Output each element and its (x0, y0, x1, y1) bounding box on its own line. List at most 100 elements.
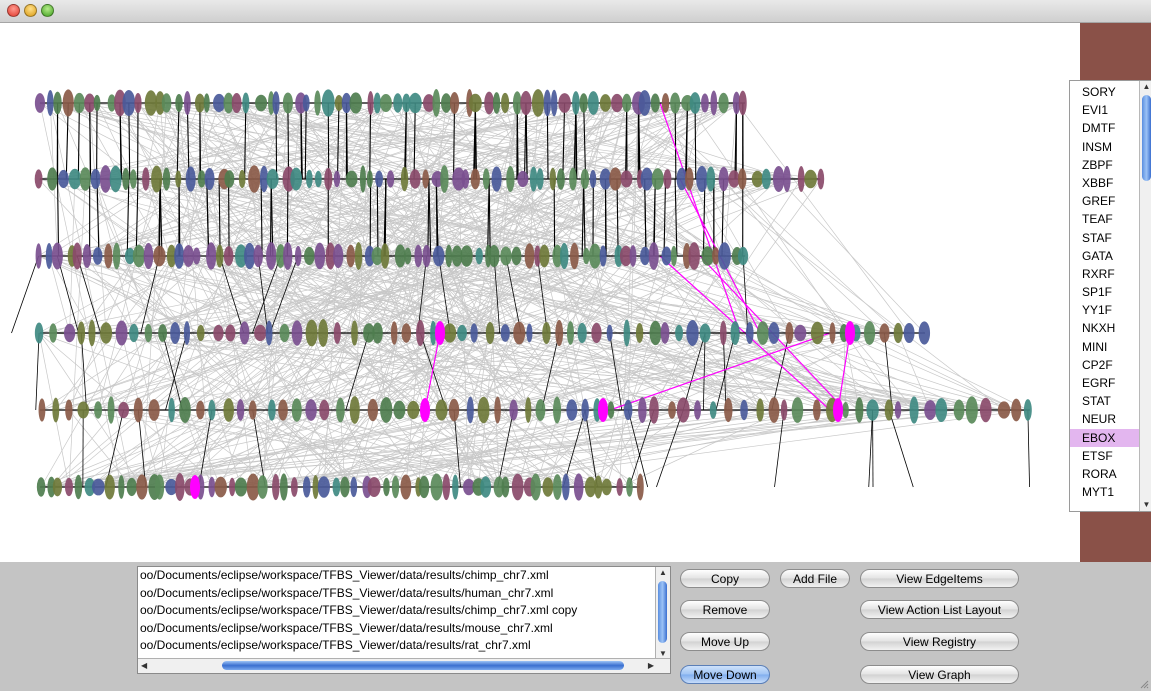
binding-site-node (294, 245, 302, 267)
binding-site-node (539, 244, 550, 268)
binding-site-node (650, 93, 660, 113)
binding-site-node (689, 92, 701, 114)
file-list-item[interactable]: oo/Documents/eclipse/workspace/TFBS_View… (138, 567, 670, 585)
edge (304, 102, 307, 180)
tf-list-scrollbar[interactable]: ▲ ▼ (1139, 81, 1151, 511)
binding-site-node (492, 92, 501, 114)
zoom-window-button[interactable] (41, 4, 54, 17)
view-action-list-layout-button[interactable]: View Action List Layout (860, 600, 1019, 619)
binding-site-node (616, 478, 623, 496)
binding-site-node (529, 166, 538, 192)
file-list[interactable]: oo/Documents/eclipse/workspace/TFBS_View… (137, 566, 671, 674)
binding-site-node (756, 398, 764, 422)
view-graph-button[interactable]: View Graph (860, 665, 1019, 684)
binding-site-node (238, 169, 246, 189)
binding-site-node (254, 324, 267, 342)
binding-site-node (440, 165, 449, 193)
file-list-horizontal-scrollbar[interactable]: ◀ ▶ (138, 658, 670, 673)
binding-site-node (737, 246, 749, 266)
edge (736, 102, 910, 334)
binding-site-node (591, 322, 602, 344)
binding-site-node (99, 165, 112, 193)
file-list-item[interactable]: oo/Documents/eclipse/workspace/TFBS_View… (138, 585, 670, 603)
scroll-down-arrow-icon[interactable]: ▼ (1140, 499, 1151, 511)
binding-site-node (203, 93, 210, 113)
move-up-button[interactable]: Move Up (680, 632, 770, 651)
binding-site-node (183, 245, 194, 267)
binding-site-node (318, 319, 329, 347)
binding-site-node (104, 243, 113, 269)
binding-site-node (552, 474, 562, 500)
graph-view[interactable] (0, 23, 1080, 562)
binding-site-node (611, 93, 623, 113)
file-list-item[interactable]: oo/Documents/eclipse/workspace/TFBS_View… (138, 637, 670, 655)
scroll-left-arrow-icon[interactable]: ◀ (141, 661, 147, 670)
binding-site-node (208, 476, 216, 498)
binding-site-node (367, 476, 381, 498)
scroll-down-arrow-icon[interactable]: ▼ (659, 649, 667, 658)
copy-button[interactable]: Copy (680, 569, 770, 588)
binding-site-node (34, 169, 43, 189)
binding-site-node (629, 245, 637, 267)
horizontal-scroll-thumb[interactable] (222, 661, 624, 670)
binding-site-node (535, 398, 546, 422)
close-window-button[interactable] (7, 4, 20, 17)
remove-button[interactable]: Remove (680, 600, 770, 619)
edge (376, 178, 379, 257)
scroll-up-arrow-icon[interactable]: ▲ (1140, 81, 1151, 93)
binding-site-node (68, 168, 82, 190)
binding-site-node (268, 399, 276, 421)
edge (674, 102, 677, 180)
scroll-up-arrow-icon[interactable]: ▲ (659, 568, 667, 577)
binding-site-node (346, 244, 356, 268)
binding-site-node (965, 396, 978, 424)
move-down-button[interactable]: Move Down (680, 665, 770, 684)
file-list-vertical-scrollbar[interactable]: ▲ ▼ (655, 567, 670, 659)
binding-site-node (794, 324, 807, 342)
binding-site-node (718, 166, 729, 192)
binding-site-node (175, 170, 182, 188)
binding-site-node (345, 170, 358, 188)
vertical-scroll-thumb[interactable] (658, 581, 667, 643)
binding-site-node (314, 90, 321, 116)
add-file-button[interactable]: Add File (780, 569, 850, 588)
binding-site-node (229, 477, 236, 497)
binding-site-node (609, 167, 622, 191)
binding-site-node (531, 89, 545, 117)
binding-site-node (333, 243, 344, 269)
tfbs-graph-canvas[interactable] (0, 23, 1080, 562)
binding-site-node (1011, 398, 1022, 422)
binding-site-node (142, 167, 150, 191)
binding-site-node (432, 89, 441, 117)
binding-site-node (688, 242, 700, 270)
binding-site-node (550, 89, 558, 117)
binding-site-node (253, 244, 263, 268)
binding-site-node (477, 396, 490, 424)
file-list-item[interactable]: oo/Documents/eclipse/workspace/TFBS_View… (138, 620, 670, 638)
view-edge-items-button[interactable]: View EdgeItems (860, 569, 1019, 588)
binding-site-node (607, 401, 615, 419)
binding-site-node (400, 474, 412, 500)
view-registry-button[interactable]: View Registry (860, 632, 1019, 651)
binding-site-node (407, 400, 420, 420)
binding-site-node (594, 475, 603, 499)
binding-site-node (893, 322, 903, 344)
binding-site-node (675, 324, 684, 342)
file-list-item[interactable]: oo/Documents/eclipse/workspace/TFBS_View… (138, 602, 670, 620)
minimize-window-button[interactable] (24, 4, 37, 17)
binding-site-node (375, 170, 383, 188)
binding-site-node (443, 323, 457, 343)
binding-site-node (192, 247, 201, 265)
binding-site-node (84, 93, 96, 113)
binding-site-node (485, 321, 495, 345)
resize-grip-icon[interactable] (1139, 679, 1149, 689)
tf-family-list[interactable]: SORY EVI1 DMTF INSM ZBPF XBBF GREF TEAF STAF GATA… (1069, 80, 1151, 512)
binding-site-node (797, 165, 805, 193)
binding-site-node (79, 167, 91, 191)
title-bar (0, 0, 1151, 23)
scroll-right-arrow-icon[interactable]: ▶ (648, 661, 654, 670)
binding-site-node (248, 400, 257, 420)
binding-site-node (935, 397, 948, 423)
scroll-thumb[interactable] (1142, 95, 1151, 181)
binding-site-node (903, 323, 915, 343)
